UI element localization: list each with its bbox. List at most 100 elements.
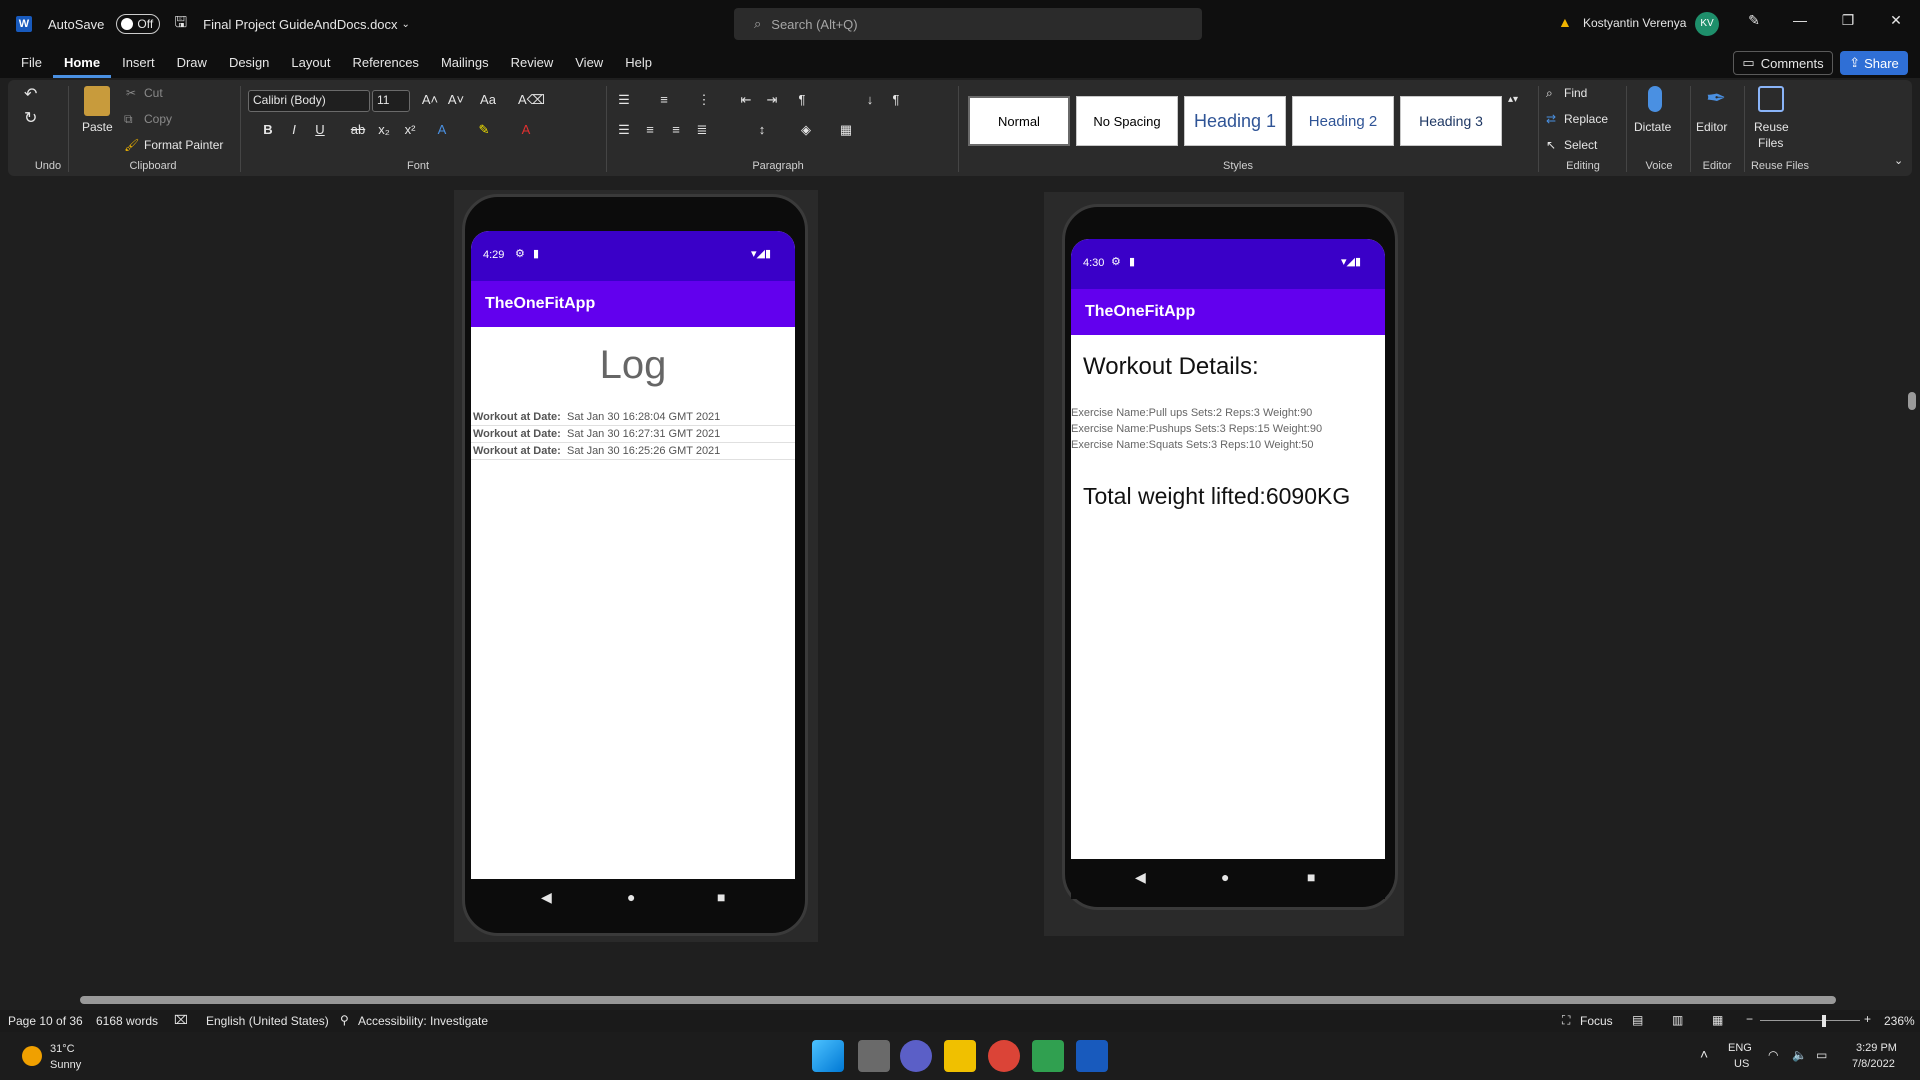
menu-design[interactable]: Design — [218, 48, 280, 78]
temperature[interactable]: 31°C — [50, 1043, 75, 1055]
proofing-icon[interactable]: ⌧ — [174, 1013, 188, 1027]
focus-icon[interactable]: ⛶ — [1562, 1013, 1570, 1028]
log-row[interactable]: Workout at Date: Sat Jan 30 16:25:26 GMT… — [471, 443, 795, 460]
chat-icon[interactable] — [900, 1040, 932, 1072]
menu-layout[interactable]: Layout — [280, 48, 341, 78]
sort-icon[interactable]: ↓ — [860, 90, 880, 110]
restore-icon[interactable]: ❐ — [1836, 12, 1860, 36]
word-count[interactable]: 6168 words — [96, 1014, 158, 1028]
style-normal[interactable]: Normal — [968, 96, 1070, 146]
clock-time[interactable]: 3:29 PM — [1856, 1042, 1897, 1054]
underline-icon[interactable]: U — [310, 120, 330, 140]
weather[interactable]: Sunny — [50, 1059, 81, 1071]
input-region[interactable]: US — [1734, 1058, 1749, 1070]
task-view-icon[interactable] — [858, 1040, 890, 1072]
menu-draw[interactable]: Draw — [166, 48, 218, 78]
justify-icon[interactable]: ≣ — [692, 120, 712, 140]
decrease-indent-icon[interactable]: ⇤ — [736, 90, 756, 110]
editor-label[interactable]: Editor — [1696, 120, 1727, 134]
highlight-icon[interactable]: ✎ — [474, 120, 494, 140]
ltr-icon[interactable]: ¶ — [792, 90, 812, 110]
minimize-icon[interactable]: — — [1788, 12, 1812, 36]
line-spacing-icon[interactable]: ↕ — [752, 120, 772, 140]
dictate-label[interactable]: Dictate — [1634, 120, 1671, 134]
menu-home[interactable]: Home — [52, 48, 112, 78]
zoom-out-icon[interactable]: − — [1746, 1012, 1753, 1026]
wifi-icon[interactable]: ◠ — [1768, 1048, 1778, 1062]
document-canvas[interactable]: 4:29 ⚙ ▮ ▾◢▮ TheOneFitApp Log Workout at… — [0, 178, 1904, 992]
font-family-select[interactable]: Calibri (Body) — [248, 90, 370, 112]
reuse-label-1[interactable]: Reuse — [1754, 120, 1789, 134]
read-mode-icon[interactable]: ▤ — [1632, 1013, 1643, 1027]
input-language[interactable]: ENG — [1728, 1042, 1752, 1054]
shrink-font-icon[interactable]: A˅ — [446, 90, 466, 110]
style-no-spacing[interactable]: No Spacing — [1076, 96, 1178, 146]
vertical-scrollbar[interactable] — [1904, 178, 1920, 992]
file-explorer-icon[interactable] — [944, 1040, 976, 1072]
sun-icon[interactable] — [22, 1046, 42, 1066]
font-size-select[interactable]: 11 — [372, 90, 410, 112]
scroll-thumb[interactable] — [80, 996, 1836, 1004]
redo-icon[interactable]: ↻ — [24, 108, 37, 128]
chevron-up-icon[interactable]: ˄ — [1700, 1046, 1708, 1062]
save-icon[interactable]: 🖫 — [174, 12, 187, 37]
menu-review[interactable]: Review — [500, 48, 565, 78]
search-box[interactable]: ⌕ Search (Alt+Q) — [734, 8, 1202, 40]
select-label[interactable]: Select — [1564, 138, 1597, 152]
format-painter-icon[interactable]: 🖌 — [124, 138, 139, 152]
styles-scroll-icon[interactable]: ▴▾ — [1508, 94, 1518, 105]
chevron-down-icon[interactable]: ⌄ — [402, 19, 410, 30]
log-row[interactable]: Workout at Date: Sat Jan 30 16:27:31 GMT… — [471, 426, 795, 443]
pen-icon[interactable]: ✎ — [1742, 12, 1766, 36]
style-heading-2[interactable]: Heading 2 — [1292, 96, 1394, 146]
reuse-label-2[interactable]: Files — [1758, 136, 1783, 150]
borders-icon[interactable]: ▦ — [836, 120, 856, 140]
find-label[interactable]: Find — [1564, 86, 1587, 100]
style-heading-3[interactable]: Heading 3 — [1400, 96, 1502, 146]
multilevel-list-icon[interactable]: ⋮ — [694, 90, 714, 110]
superscript-icon[interactable]: x² — [400, 120, 420, 140]
clear-formatting-icon[interactable]: A⌫ — [518, 90, 545, 110]
italic-icon[interactable]: I — [284, 120, 304, 140]
zoom-slider-handle[interactable] — [1822, 1015, 1826, 1027]
menu-insert[interactable]: Insert — [111, 48, 166, 78]
document-title[interactable]: Final Project GuideAndDocs.docx — [203, 17, 397, 32]
language[interactable]: English (United States) — [206, 1014, 329, 1028]
text-effects-icon[interactable]: A — [432, 120, 452, 140]
replace-label[interactable]: Replace — [1564, 112, 1608, 126]
page-count[interactable]: Page 10 of 36 — [8, 1014, 83, 1028]
font-color-icon[interactable]: A — [516, 120, 536, 140]
increase-indent-icon[interactable]: ⇥ — [762, 90, 782, 110]
change-case-icon[interactable]: Aa — [478, 90, 498, 110]
battery-icon[interactable]: ▭ — [1816, 1048, 1827, 1062]
clock-date[interactable]: 7/8/2022 — [1852, 1058, 1895, 1070]
find-icon[interactable]: ⌕ — [1546, 86, 1553, 101]
paste-label[interactable]: Paste — [82, 120, 113, 134]
comments-button[interactable]: ▭ Comments — [1733, 51, 1833, 75]
zoom-level[interactable]: 236% — [1884, 1014, 1915, 1028]
share-button[interactable]: ⇪ Share — [1840, 51, 1908, 75]
menu-mailings[interactable]: Mailings — [430, 48, 500, 78]
menu-file[interactable]: File — [10, 48, 53, 78]
paste-icon[interactable] — [84, 86, 110, 116]
close-icon[interactable]: ✕ — [1884, 12, 1908, 36]
user-name[interactable]: Kostyantin Verenya — [1583, 16, 1686, 30]
zoom-slider[interactable] — [1760, 1020, 1860, 1021]
bullets-icon[interactable]: ☰ — [614, 90, 634, 110]
undo-icon[interactable]: ↶ — [24, 84, 37, 104]
menu-references[interactable]: References — [341, 48, 429, 78]
zoom-in-icon[interactable]: + — [1864, 1012, 1871, 1026]
align-left-icon[interactable]: ☰ — [614, 120, 634, 140]
scroll-thumb[interactable] — [1908, 392, 1916, 410]
align-center-icon[interactable]: ≡ — [640, 120, 660, 140]
word-taskbar-icon[interactable] — [1076, 1040, 1108, 1072]
autosave-toggle[interactable]: Off — [116, 14, 161, 34]
select-icon[interactable]: ↖ — [1546, 138, 1556, 152]
editor-icon[interactable]: ✒ — [1706, 84, 1726, 113]
avatar[interactable]: KV — [1695, 12, 1719, 36]
bold-icon[interactable]: B — [258, 120, 278, 140]
web-layout-icon[interactable]: ▦ — [1712, 1013, 1723, 1027]
reuse-files-icon[interactable] — [1758, 86, 1784, 112]
format-painter-label[interactable]: Format Painter — [144, 138, 223, 152]
start-icon[interactable] — [812, 1040, 844, 1072]
